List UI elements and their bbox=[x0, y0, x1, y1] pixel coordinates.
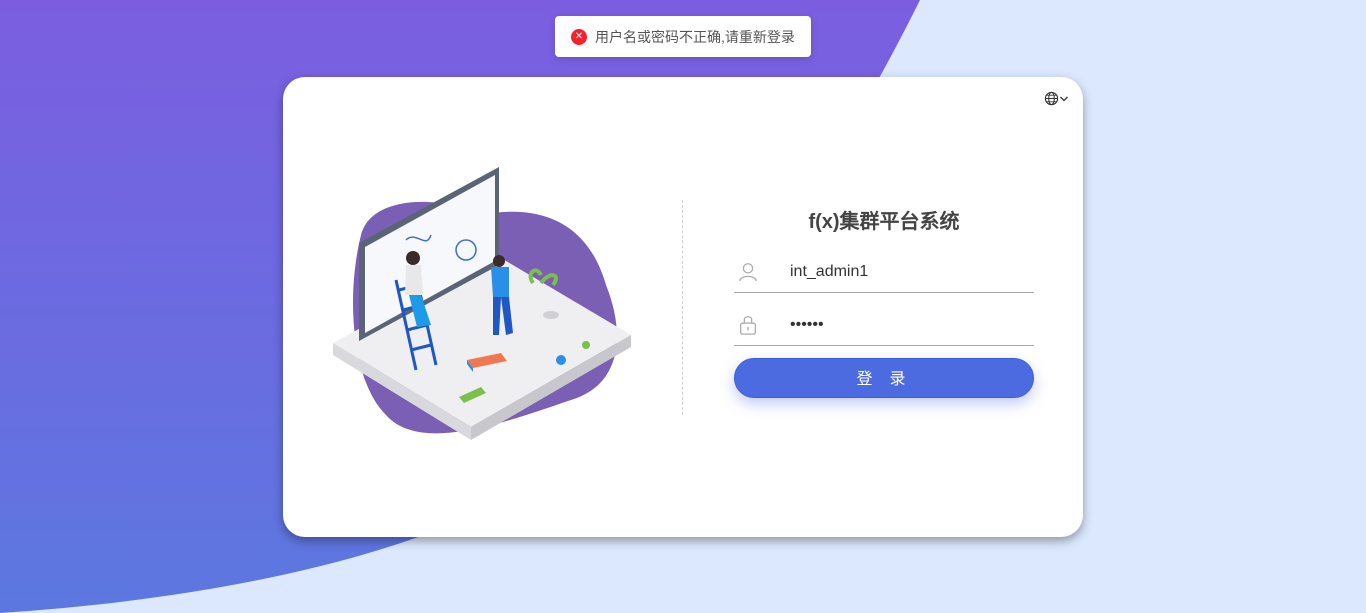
chevron-down-icon bbox=[1060, 96, 1068, 101]
toast-message: 用户名或密码不正确,请重新登录 bbox=[595, 28, 795, 45]
illustration bbox=[333, 167, 631, 440]
page-title: f(x)集群平台系统 bbox=[808, 211, 960, 233]
login-card: f(x)集群平台系统 登 录 bbox=[283, 77, 1083, 537]
password-field bbox=[734, 305, 1034, 346]
error-toast: ✕ 用户名或密码不正确,请重新登录 bbox=[555, 16, 811, 57]
globe-icon bbox=[1044, 91, 1059, 106]
login-button[interactable]: 登 录 bbox=[734, 358, 1034, 398]
password-input[interactable] bbox=[790, 316, 1010, 334]
user-icon bbox=[739, 263, 757, 282]
lock-icon bbox=[740, 316, 756, 335]
language-switcher[interactable] bbox=[1044, 91, 1069, 106]
username-input[interactable] bbox=[790, 263, 1010, 281]
vertical-divider bbox=[682, 200, 683, 415]
username-field bbox=[734, 252, 1034, 293]
error-circle-icon: ✕ bbox=[571, 28, 587, 45]
